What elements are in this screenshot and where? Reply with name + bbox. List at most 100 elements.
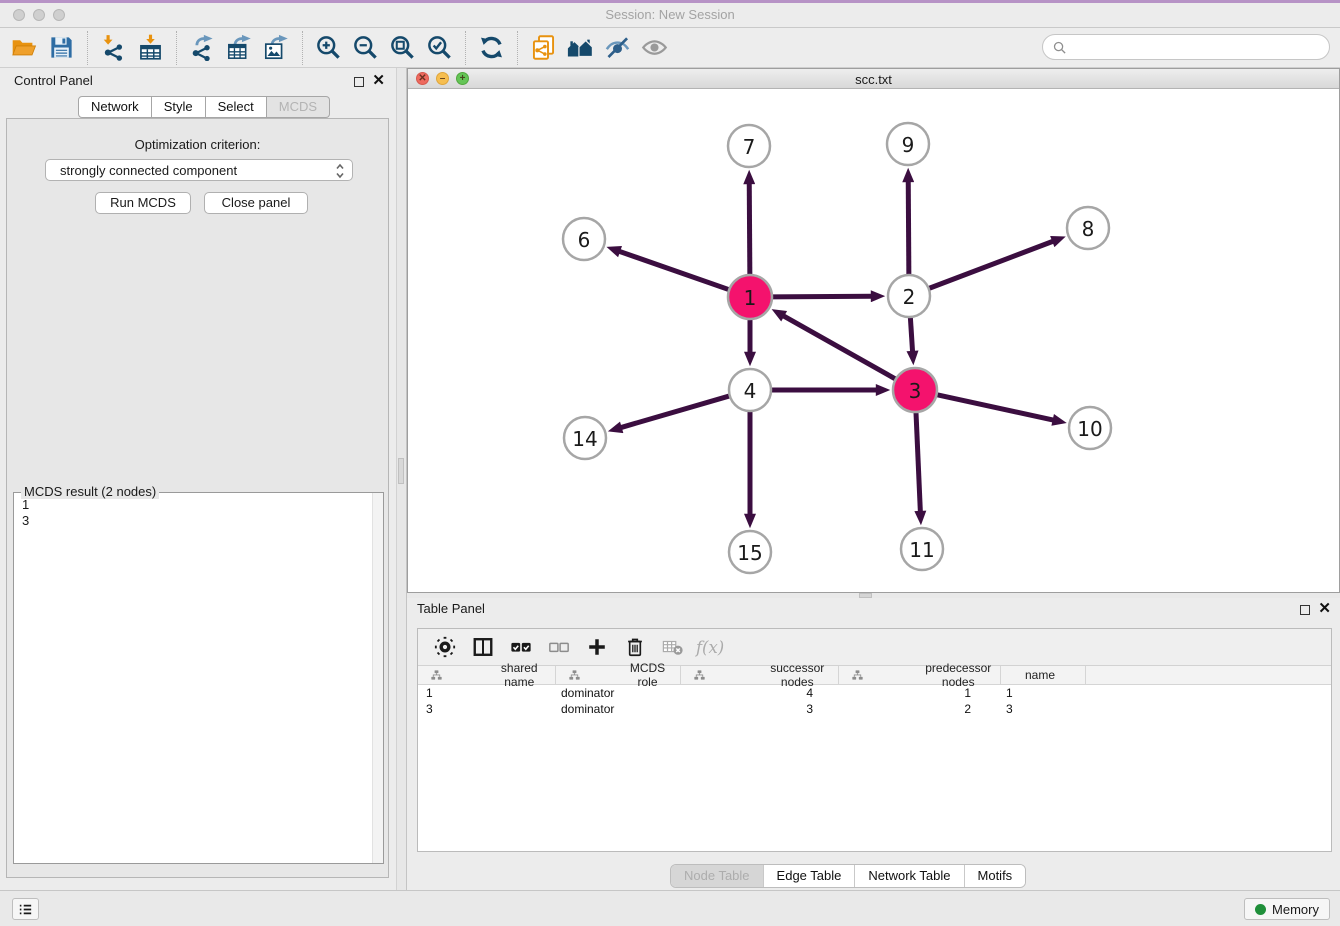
- close-panel-button[interactable]: ✕: [372, 74, 385, 87]
- graph-node-1[interactable]: 1: [728, 275, 772, 319]
- hide-glyphs-icon[interactable]: [599, 32, 636, 64]
- graph-edge-2-9[interactable]: [908, 181, 909, 276]
- graph-edge-1-7[interactable]: [749, 183, 750, 276]
- table-float-button[interactable]: [1300, 605, 1310, 615]
- graph-node-label: 10: [1077, 417, 1102, 441]
- graph-node-10[interactable]: 10: [1069, 407, 1111, 449]
- table-cell[interactable]: 2: [839, 701, 1001, 717]
- run-mcds-button[interactable]: Run MCDS: [95, 192, 191, 214]
- zoom-out-icon[interactable]: [347, 32, 384, 64]
- table-body: 1dominator4113dominator323: [418, 685, 1331, 717]
- vertical-splitter-grip[interactable]: [398, 458, 404, 484]
- delete-table-icon[interactable]: [656, 632, 689, 662]
- table-cell[interactable]: 4: [681, 685, 839, 701]
- show-panels-button[interactable]: [12, 898, 39, 920]
- graph-node-label: 15: [737, 541, 762, 565]
- graph-node-2[interactable]: 2: [888, 275, 930, 317]
- column-header-predecessor-nodes[interactable]: predecessor nodes: [839, 666, 1001, 684]
- table-tab-node-table[interactable]: Node Table: [671, 865, 763, 887]
- column-header-successor-nodes[interactable]: successor nodes: [681, 666, 839, 684]
- graph-node-15[interactable]: 15: [729, 531, 771, 573]
- graph-edge-1-2[interactable]: [771, 296, 872, 297]
- control-tab-select[interactable]: Select: [206, 96, 267, 118]
- zoom-selected-icon[interactable]: [421, 32, 458, 64]
- zoom-in-icon[interactable]: [310, 32, 347, 64]
- result-scrollbar[interactable]: [372, 493, 383, 863]
- graph-node-6[interactable]: 6: [563, 218, 605, 260]
- graph-edge-1-6[interactable]: [619, 251, 730, 290]
- table-close-button[interactable]: ✕: [1318, 602, 1331, 615]
- add-icon[interactable]: [580, 632, 613, 662]
- graph-edge-3-10[interactable]: [936, 394, 1054, 420]
- graph-node-label: 7: [743, 135, 756, 159]
- search-input[interactable]: [1072, 40, 1320, 55]
- graph-node-9[interactable]: 9: [887, 123, 929, 165]
- toolbar-separator: [176, 31, 177, 65]
- mcds-result-item: 3: [22, 513, 363, 529]
- graph-node-7[interactable]: 7: [728, 125, 770, 167]
- table-cell[interactable]: 1: [839, 685, 1001, 701]
- graph-edge-4-14[interactable]: [621, 396, 731, 428]
- graph-node-14[interactable]: 14: [564, 417, 606, 459]
- graph-node-label: 2: [903, 285, 916, 309]
- mcds-result-list[interactable]: 13: [14, 493, 371, 863]
- graph-node-4[interactable]: 4: [729, 369, 771, 411]
- column-header-shared-name[interactable]: shared name: [418, 666, 556, 684]
- column-header-MCDS-role[interactable]: MCDS role: [556, 666, 681, 684]
- table-cell[interactable]: dominator: [556, 701, 681, 717]
- float-panel-button[interactable]: [354, 77, 364, 87]
- function-icon[interactable]: f(x): [694, 632, 727, 662]
- table-tab-motifs[interactable]: Motifs: [964, 865, 1026, 887]
- table-tabs: Node TableEdge TableNetwork TableMotifs: [670, 864, 1026, 888]
- select-all-icon[interactable]: [504, 632, 537, 662]
- import-table-icon[interactable]: [132, 32, 169, 64]
- graph-edge-3-11[interactable]: [916, 411, 920, 512]
- duplicate-network-icon[interactable]: [525, 32, 562, 64]
- export-image-icon[interactable]: [258, 32, 295, 64]
- graph-edge-2-3[interactable]: [910, 316, 912, 352]
- graph-node-3[interactable]: 3: [893, 368, 937, 412]
- search-box[interactable]: [1042, 34, 1330, 60]
- table-tab-network-table[interactable]: Network Table: [854, 865, 963, 887]
- network-graph[interactable]: 7 9 6 8 1 2 4 3 14 10 15 11: [408, 89, 1339, 592]
- control-tab-mcds[interactable]: MCDS: [267, 96, 330, 118]
- import-network-icon[interactable]: [95, 32, 132, 64]
- zoom-fit-icon[interactable]: [384, 32, 421, 64]
- save-session-icon[interactable]: [43, 32, 80, 64]
- memory-button[interactable]: Memory: [1244, 898, 1330, 920]
- table-row[interactable]: 1dominator411: [418, 685, 1331, 701]
- app-titlebar: Session: New Session: [0, 0, 1340, 28]
- table-tab-edge-table[interactable]: Edge Table: [763, 865, 855, 887]
- table-cell[interactable]: 1: [418, 685, 556, 701]
- table-row[interactable]: 3dominator323: [418, 701, 1331, 717]
- control-tab-style[interactable]: Style: [152, 96, 206, 118]
- graph-node-11[interactable]: 11: [901, 528, 943, 570]
- home-icon[interactable]: [562, 32, 599, 64]
- columns-icon[interactable]: [466, 632, 499, 662]
- settings-gear-icon[interactable]: [428, 632, 461, 662]
- graph-edge-2-8[interactable]: [928, 241, 1054, 289]
- graph-edge-3-1[interactable]: [783, 316, 897, 380]
- column-header-name[interactable]: name: [1001, 666, 1086, 684]
- table-cell[interactable]: 3: [1001, 701, 1086, 717]
- graph-node-8[interactable]: 8: [1067, 207, 1109, 249]
- list-icon: [17, 901, 34, 918]
- deselect-all-icon[interactable]: [542, 632, 575, 662]
- control-tab-network[interactable]: Network: [78, 96, 152, 118]
- network-canvas[interactable]: 7 9 6 8 1 2 4 3 14 10 15 11: [408, 89, 1339, 592]
- open-session-icon[interactable]: [6, 32, 43, 64]
- export-network-icon[interactable]: [184, 32, 221, 64]
- close-panel-button-2[interactable]: Close panel: [204, 192, 308, 214]
- table-cell[interactable]: 1: [1001, 685, 1086, 701]
- table-cell[interactable]: 3: [681, 701, 839, 717]
- table-cell[interactable]: 3: [418, 701, 556, 717]
- network-window-titlebar[interactable]: ✕ – + scc.txt: [408, 69, 1339, 89]
- memory-status-dot: [1255, 904, 1266, 915]
- optimization-criterion-select[interactable]: strongly connected component: [45, 159, 353, 181]
- delete-icon[interactable]: [618, 632, 651, 662]
- table-cell[interactable]: dominator: [556, 685, 681, 701]
- export-table-icon[interactable]: [221, 32, 258, 64]
- refresh-icon[interactable]: [473, 32, 510, 64]
- show-glyphs-icon[interactable]: [636, 32, 673, 64]
- vertical-splitter[interactable]: [396, 68, 407, 890]
